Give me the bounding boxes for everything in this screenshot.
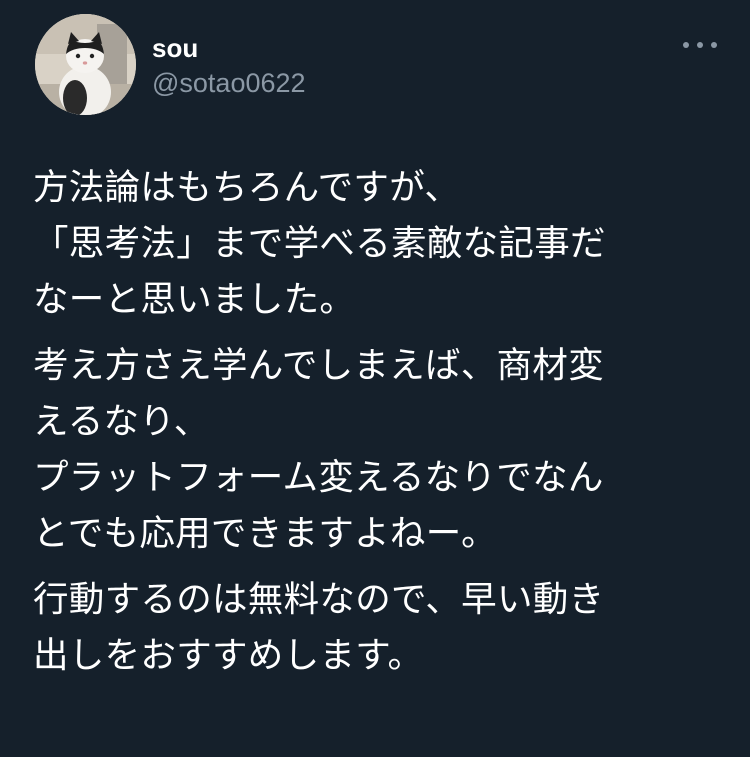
more-options-button[interactable] <box>676 30 724 60</box>
tweet-text: 方法論はもちろんですが、 「思考法」まで学べる素敵な記事だ なーと思いました。 … <box>33 160 733 684</box>
tweet-paragraph: 行動するのは無料なので、早い動き 出しをおすすめします。 <box>33 572 733 684</box>
tweet-paragraph: 考え方さえ学んでしまえば、商材変 えるなり、 プラットフォーム変えるなりでなん … <box>33 338 733 562</box>
dot <box>711 42 717 48</box>
tweet-paragraph: 方法論はもちろんですが、 「思考法」まで学べる素敵な記事だ なーと思いました。 <box>33 160 733 328</box>
dot <box>683 42 689 48</box>
tweet-card: sou @sotao0622 方法論はもちろんですが、 「思考法」まで学べる素敵… <box>0 0 750 757</box>
tweet-line: 考え方さえ学んでしまえば、商材変 <box>33 345 605 386</box>
ellipsis-horizontal-icon <box>683 42 717 48</box>
tweet-line: 方法論はもちろんですが、 <box>33 167 461 208</box>
tweet-line: 行動するのは無料なので、早い動き <box>33 579 605 620</box>
tweet-line: えるなり、 <box>33 401 210 442</box>
tweet-line: 「思考法」まで学べる素敵な記事だ <box>33 223 606 264</box>
tweet-line: とでも応用できますよねー。 <box>33 513 497 554</box>
avatar[interactable] <box>35 14 136 115</box>
dot <box>697 42 703 48</box>
tweet-line: なーと思いました。 <box>33 279 356 320</box>
author-handle[interactable]: @sotao0622 <box>152 68 306 98</box>
tweet-line: 出しをおすすめします。 <box>33 635 424 676</box>
cat-photo <box>35 14 136 115</box>
author-display-name[interactable]: sou <box>152 34 198 62</box>
tweet-line: プラットフォーム変えるなりでなん <box>33 457 604 498</box>
